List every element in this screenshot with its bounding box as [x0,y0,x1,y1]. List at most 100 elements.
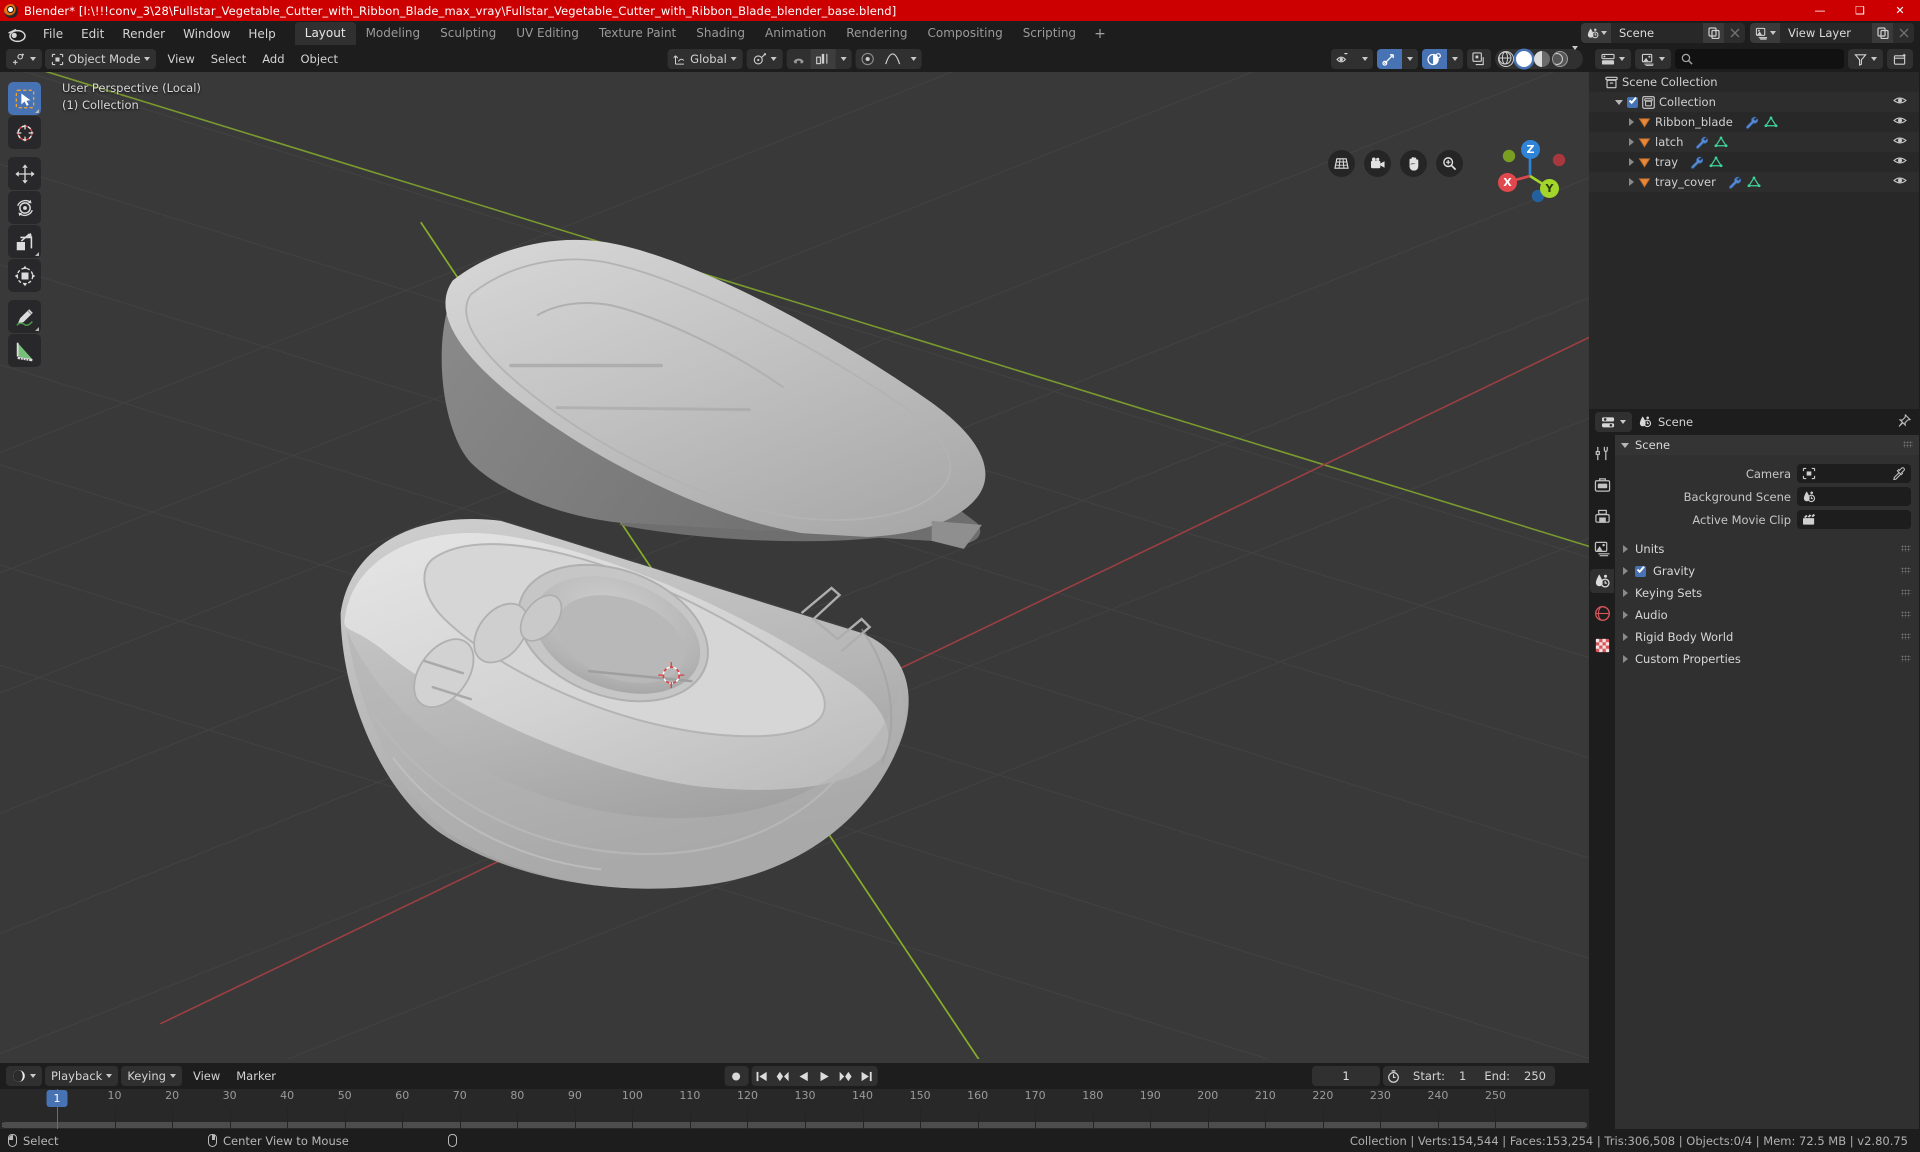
timeline-editor-type-button[interactable] [6,1066,42,1086]
object-visibility-icon[interactable] [1331,49,1357,69]
chevron-right-icon[interactable] [1623,567,1628,575]
snap-chevron-icon[interactable] [836,49,852,69]
solid-shading-icon[interactable] [1516,51,1532,67]
end-frame-field[interactable]: End: 250 [1475,1069,1555,1083]
delete-scene-button[interactable] [1724,23,1745,43]
render-properties-tab[interactable] [1590,473,1614,497]
outliner-row-latch[interactable]: latch [1589,132,1919,152]
new-viewlayer-button[interactable] [1872,23,1893,43]
visibility-eye-icon[interactable] [1893,95,1907,106]
overlay-chevron-icon[interactable] [1447,49,1463,69]
visibility-eye-icon[interactable] [1893,115,1907,126]
gizmo-toggle-icon[interactable] [1377,49,1402,69]
menu-edit[interactable]: Edit [72,24,113,44]
chevron-down-icon[interactable] [1615,99,1623,105]
start-frame-field[interactable]: Start: 1 [1404,1069,1475,1083]
workspace-tab-uv-editing[interactable]: UV Editing [506,22,589,45]
workspace-tab-animation[interactable]: Animation [755,22,836,45]
scene-selector[interactable]: Scene [1581,23,1745,43]
chevron-right-icon[interactable] [1623,633,1628,641]
rotate-tool[interactable] [8,191,41,224]
next-keyframe-button[interactable] [835,1066,856,1086]
property-value-field[interactable] [1797,464,1911,483]
play-button[interactable] [814,1066,835,1086]
select-box-tool[interactable] [8,82,41,115]
mesh-data-icon[interactable] [1709,155,1723,169]
record-button[interactable] [724,1066,749,1086]
transform-orientation-selector[interactable]: Global [667,49,743,69]
mesh-data-icon[interactable] [1714,135,1728,149]
timeline-current-frame-badge[interactable]: 1 [46,1090,68,1107]
workspace-tab-sculpting[interactable]: Sculpting [430,22,506,45]
pin-icon[interactable] [1897,414,1911,428]
outliner-display-mode-button[interactable] [1635,49,1671,69]
section-checkbox[interactable] [1635,565,1646,577]
visibility-eye-icon[interactable] [1893,175,1907,186]
outliner-search-input[interactable] [1675,49,1844,69]
maximize-button[interactable]: ❑ [1840,0,1880,21]
chevron-right-icon[interactable] [1623,655,1628,663]
output-properties-tab[interactable] [1590,505,1614,529]
chevron-right-icon[interactable] [1629,158,1634,166]
viewlayer-selector[interactable]: View Layer [1750,23,1914,43]
3d-viewport[interactable]: User Perspective (Local) (1) Collection [0,72,1589,1063]
viewport-menu-add[interactable]: Add [254,49,292,69]
collection-checkbox[interactable] [1627,96,1638,108]
add-workspace-button[interactable]: + [1086,26,1114,42]
eyedropper-icon[interactable] [1892,466,1906,481]
timeline-scrollbar[interactable] [2,1122,1587,1128]
workspace-tab-compositing[interactable]: Compositing [917,22,1012,45]
world-properties-tab[interactable] [1590,601,1614,625]
outliner-row-scene-collection[interactable]: Scene Collection [1589,72,1919,92]
scene-icon[interactable] [1581,23,1611,43]
visibility-eye-icon[interactable] [1893,155,1907,166]
use-preview-range-icon[interactable] [1383,1066,1404,1086]
menu-file[interactable]: File [34,24,72,44]
workspace-tab-texture-paint[interactable]: Texture Paint [589,22,686,45]
timeline-menu-marker[interactable]: Marker [228,1066,284,1086]
hand-icon[interactable] [1400,150,1427,177]
outliner-row-ribbon_blade[interactable]: Ribbon_blade [1589,112,1919,132]
annotate-tool[interactable] [8,300,41,333]
menu-help[interactable]: Help [239,24,284,44]
playback-menu[interactable]: Playback [45,1066,119,1086]
timeline-ruler[interactable]: › 10203040506070809010011012013014015016… [0,1089,1589,1129]
overlays-toggle-icon[interactable] [1422,49,1447,69]
viewlayer-name-value[interactable]: View Layer [1780,23,1872,43]
snap-target-icon[interactable] [810,49,836,69]
property-section-audio[interactable]: Audio [1615,604,1919,626]
outliner-tree[interactable]: Scene Collection Collection Ribbon_blade la… [1589,72,1919,409]
new-collection-button[interactable] [1887,49,1913,69]
mesh-data-icon[interactable] [1747,175,1761,189]
material-preview-icon[interactable] [1534,51,1550,67]
property-value-field[interactable] [1797,510,1911,529]
texture-properties-tab[interactable] [1590,633,1614,657]
property-section-keying-sets[interactable]: Keying Sets [1615,582,1919,604]
chevron-right-icon[interactable] [1623,611,1628,619]
cursor-tool[interactable] [8,116,41,149]
gizmo-chevron-icon[interactable] [1402,49,1418,69]
magnet-snap-icon[interactable] [787,49,811,69]
property-section-gravity[interactable]: Gravity [1615,560,1919,582]
camera-icon[interactable] [1364,150,1391,177]
new-scene-button[interactable] [1703,23,1724,43]
viewport-menu-view[interactable]: View [159,49,202,69]
grid-icon[interactable] [1328,150,1355,177]
view-layer-icon[interactable] [1750,23,1780,43]
modifier-icon[interactable] [1690,156,1704,169]
visibility-eye-icon[interactable] [1893,135,1907,146]
transform-tool[interactable] [8,259,41,292]
property-section-units[interactable]: Units [1615,538,1919,560]
chevron-right-icon[interactable] [1629,138,1634,146]
current-frame-field[interactable]: 1 [1312,1066,1381,1086]
measure-tool[interactable] [8,334,41,367]
visibility-chevron-icon[interactable] [1357,49,1373,69]
properties-editor-type-button[interactable] [1595,412,1632,432]
menu-render[interactable]: Render [113,24,174,44]
chevron-right-icon[interactable] [1623,545,1628,553]
property-section-custom-properties[interactable]: Custom Properties [1615,648,1919,670]
property-section-rigid-body-world[interactable]: Rigid Body World [1615,626,1919,648]
move-tool[interactable] [8,157,41,190]
editor-type-button[interactable] [6,49,42,69]
workspace-tab-shading[interactable]: Shading [686,22,755,45]
